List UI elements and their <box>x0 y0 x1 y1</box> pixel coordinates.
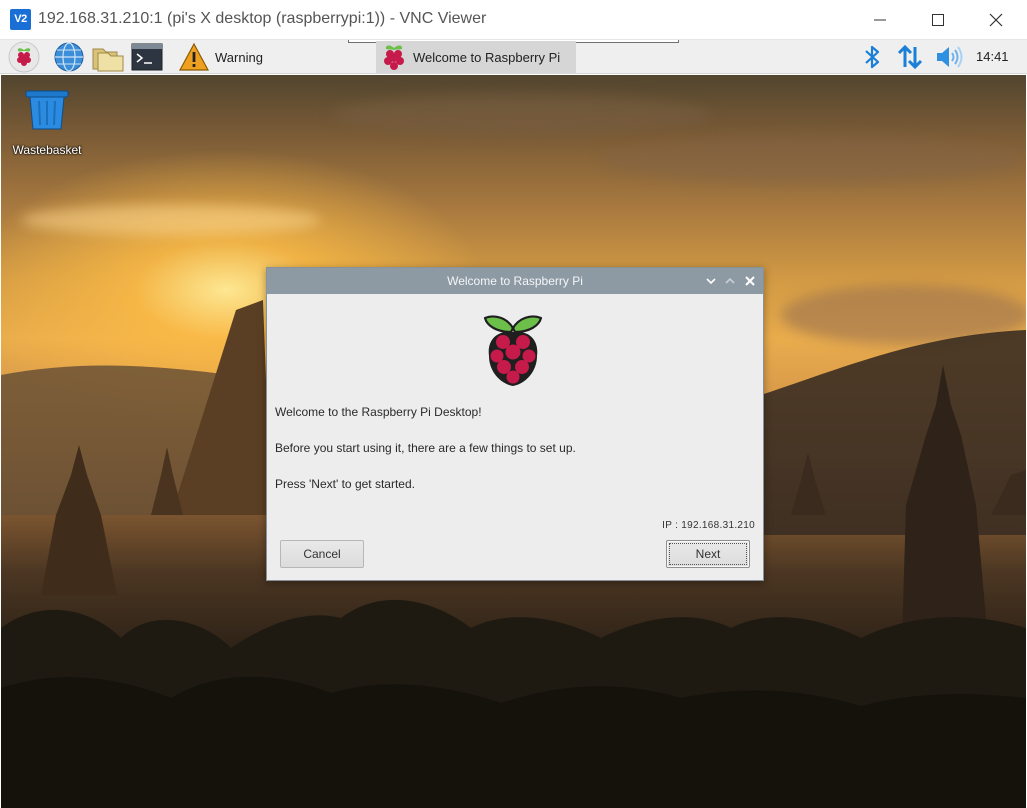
dialog-body: Welcome to the Raspberry Pi Desktop! Bef… <box>267 294 763 582</box>
wastebasket-label: Wastebasket <box>12 143 82 157</box>
volume-tray[interactable] <box>932 40 966 74</box>
vnc-viewer-icon: V2 <box>10 9 31 30</box>
wallpaper-trees <box>1 599 1026 808</box>
maximize-icon <box>932 14 944 26</box>
dialog-title: Welcome to Raspberry Pi <box>447 274 583 288</box>
raspberry-menu-icon <box>8 41 40 73</box>
close-button[interactable] <box>967 0 1025 40</box>
dialog-titlebar[interactable]: Welcome to Raspberry Pi <box>267 268 763 294</box>
dialog-close-button[interactable] <box>741 272 759 290</box>
ip-address: IP : 192.168.31.210 <box>662 520 755 531</box>
task-warning-label: Warning <box>215 49 263 65</box>
bluetooth-icon <box>865 45 880 69</box>
task-welcome-label: Welcome to Raspberry Pi <box>413 49 561 65</box>
welcome-instruction: Press 'Next' to get started. <box>275 477 415 491</box>
web-browser-launcher[interactable] <box>53 41 85 73</box>
close-icon <box>989 13 1003 27</box>
minimize-icon <box>874 19 886 21</box>
bluetooth-tray[interactable] <box>858 40 886 74</box>
vnc-titlebar: V2 192.168.31.210:1 (pi's X desktop (ras… <box>0 0 1027 40</box>
cancel-button[interactable]: Cancel <box>280 540 364 568</box>
close-icon <box>745 276 755 286</box>
task-welcome[interactable]: Welcome to Raspberry Pi <box>376 41 576 73</box>
clock[interactable]: 14:41 <box>976 49 1009 64</box>
welcome-intro: Before you start using it, there are a f… <box>275 441 576 455</box>
file-manager-launcher[interactable] <box>91 41 124 73</box>
task-warning[interactable]: Warning <box>174 41 374 73</box>
network-tray[interactable] <box>894 40 926 74</box>
web-browser-icon <box>54 42 84 72</box>
raspberry-icon <box>384 45 404 70</box>
raspberry-menu-button[interactable] <box>8 41 40 73</box>
minimize-button[interactable] <box>851 0 909 40</box>
network-icon <box>897 44 923 70</box>
terminal-icon <box>131 43 163 71</box>
chevron-up-icon <box>725 277 735 284</box>
desktop-icon-wastebasket[interactable]: Wastebasket <box>7 89 87 157</box>
chevron-down-icon <box>706 278 716 285</box>
window-title: 192.168.31.210:1 (pi's X desktop (raspbe… <box>38 10 487 27</box>
welcome-dialog: Welcome to Raspberry Pi Welcome to the R… <box>266 267 764 581</box>
raspberry-pi-logo <box>483 315 543 386</box>
dialog-minimize-button[interactable] <box>702 272 720 290</box>
volume-icon <box>937 46 963 68</box>
warning-icon <box>178 42 210 71</box>
next-button[interactable]: Next <box>666 540 750 568</box>
taskbar-panel: Warning Welcome to Raspberry Pi 14:41 <box>0 40 1027 74</box>
welcome-heading: Welcome to the Raspberry Pi Desktop! <box>275 405 482 419</box>
maximize-button[interactable] <box>909 0 967 40</box>
terminal-launcher[interactable] <box>131 41 163 73</box>
wastebasket-icon <box>25 89 69 131</box>
file-manager-icon <box>92 48 124 72</box>
dialog-maximize-button[interactable] <box>721 272 739 290</box>
